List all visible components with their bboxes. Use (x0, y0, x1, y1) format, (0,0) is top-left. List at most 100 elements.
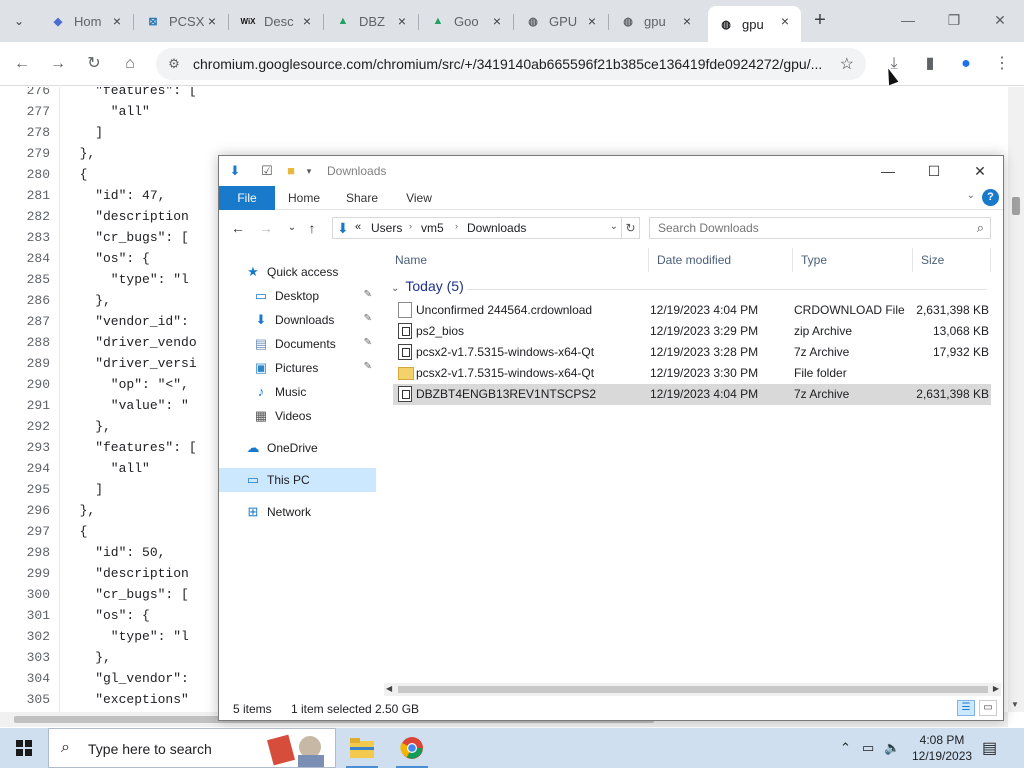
new-tab-button[interactable]: + (808, 8, 832, 32)
scroll-right-icon[interactable]: ▶ (993, 684, 999, 693)
taskbar-clock[interactable]: 4:08 PM 12/19/2023 (912, 732, 972, 764)
forward-arrow-icon[interactable]: → (44, 50, 72, 78)
close-icon[interactable]: × (679, 13, 695, 29)
nav-quick-access[interactable]: ★ Quick access (219, 260, 376, 284)
nav-this-pc[interactable]: ▭ This PC (219, 468, 376, 492)
forward-arrow-icon[interactable]: → (257, 219, 275, 237)
file-row[interactable]: Unconfirmed 244564.crdownload 12/19/2023 … (393, 300, 991, 321)
expand-ribbon-icon[interactable]: ⌄ (967, 190, 975, 201)
tab-6[interactable]: ◍ gpu × (610, 6, 703, 36)
breadcrumb-users[interactable]: Users (371, 221, 402, 235)
tab-4[interactable]: ▲ Goo × (420, 6, 514, 36)
pin-icon[interactable]: ✎ (364, 337, 372, 348)
tab-0[interactable]: ◆ Hom × (40, 6, 134, 36)
tab-search-button[interactable]: ⌄ (6, 8, 32, 34)
tab-5[interactable]: ◍ GPU × (515, 6, 609, 36)
start-button[interactable] (0, 728, 48, 768)
menu-kebab-icon[interactable]: ⋮ (988, 50, 1016, 78)
address-bar[interactable]: ⚙ chromium.googlesource.com/chromium/src… (156, 48, 866, 80)
profile-icon[interactable]: ● (952, 50, 980, 78)
nav-network[interactable]: ⊞ Network (219, 500, 376, 524)
column-header-name[interactable]: Name (387, 248, 649, 272)
ribbon-tab-home[interactable]: Home (283, 186, 325, 210)
home-icon[interactable]: ⌂ (116, 50, 144, 78)
show-hidden-icons-icon[interactable]: ⌃ (840, 740, 851, 756)
file-row[interactable]: pcsx2-v1.7.5315-windows-x64-Qt 12/19/2023… (393, 363, 991, 384)
customize-toolbar-icon[interactable]: ▾ (301, 163, 317, 179)
explorer-minimize-button[interactable]: — (865, 158, 911, 184)
breadcrumb-downloads[interactable]: Downloads (467, 221, 526, 235)
column-header-date[interactable]: Date modified (649, 248, 793, 272)
up-arrow-icon[interactable]: ↑ (303, 219, 321, 237)
close-icon[interactable]: × (584, 13, 600, 29)
close-icon[interactable]: × (489, 13, 505, 29)
close-icon[interactable]: × (394, 13, 410, 29)
taskbar-search-box[interactable]: ⌕ Type here to search (48, 728, 336, 768)
column-header-size[interactable]: Size (913, 248, 991, 272)
ribbon-tab-view[interactable]: View (399, 186, 439, 210)
breadcrumb-vm5[interactable]: vm5 (421, 221, 444, 235)
close-icon[interactable]: × (299, 13, 315, 29)
scrollbar-thumb[interactable] (1012, 197, 1020, 215)
chevron-down-icon[interactable]: ⌄ (391, 283, 399, 294)
close-icon[interactable]: × (109, 13, 125, 29)
refresh-icon[interactable]: ↻ (622, 217, 640, 239)
scroll-left-icon[interactable]: ◀ (386, 684, 392, 693)
explorer-close-button[interactable]: ✕ (957, 158, 1003, 184)
file-row[interactable]: DBZBT4ENGB13REV1NTSCPS2 12/19/2023 4:04 P… (393, 384, 991, 405)
pin-icon[interactable]: ✎ (364, 313, 372, 324)
back-arrow-icon[interactable]: ← (229, 219, 247, 237)
url-text[interactable]: chromium.googlesource.com/chromium/src/+… (193, 56, 833, 72)
recent-locations-icon[interactable]: ⌄ (283, 219, 301, 237)
restore-button[interactable]: ❐ (934, 8, 974, 32)
taskbar-chrome[interactable] (388, 728, 436, 768)
details-view-icon[interactable]: ☰ (957, 700, 975, 716)
close-icon[interactable]: × (204, 13, 220, 29)
pin-icon[interactable]: ✎ (364, 361, 372, 372)
pin-icon[interactable]: ✎ (364, 289, 372, 300)
column-header-type[interactable]: Type (793, 248, 913, 272)
breadcrumb-overflow[interactable]: « (355, 221, 361, 233)
scroll-down-icon[interactable]: ▼ (1011, 700, 1019, 709)
tab-7-active[interactable]: ◍ gpu × (708, 6, 801, 42)
reload-icon[interactable]: ↻ (80, 50, 108, 78)
tab-2[interactable]: WiX Desc × (230, 6, 324, 36)
network-icon[interactable]: ▭ (862, 740, 874, 756)
ribbon-tab-share[interactable]: Share (339, 186, 385, 210)
tab-1[interactable]: ⊠ PCSX × (135, 6, 229, 36)
properties-icon[interactable]: ☑ (259, 163, 275, 179)
bookmark-star-icon[interactable]: ☆ (840, 54, 854, 74)
notifications-icon[interactable]: ▤ (982, 738, 997, 758)
close-window-button[interactable]: ✕ (980, 8, 1020, 32)
file-list-horizontal-scrollbar[interactable]: ◀ ▶ (384, 683, 1001, 696)
nav-videos[interactable]: ▦ Videos (219, 404, 376, 428)
large-icons-view-icon[interactable]: ▭ (979, 700, 997, 716)
close-icon[interactable]: × (777, 13, 793, 29)
explorer-address-bar[interactable]: ⬇ « Users › vm5 › Downloads ⌄ (332, 217, 622, 239)
explorer-search-box[interactable]: ⌕ (649, 217, 991, 239)
help-button[interactable]: ? (982, 189, 999, 206)
nav-music[interactable]: ♪ Music (219, 380, 376, 404)
search-input[interactable] (650, 218, 950, 238)
page-vertical-scrollbar[interactable]: ▼ (1008, 87, 1024, 712)
side-panel-icon[interactable]: ▮ (916, 50, 944, 78)
taskbar-file-explorer[interactable] (338, 728, 386, 768)
site-settings-icon[interactable]: ⚙ (166, 56, 182, 72)
nav-downloads[interactable]: ⬇ Downloads ✎ (219, 308, 376, 332)
back-arrow-icon[interactable]: ← (8, 50, 36, 78)
file-row[interactable]: ps2_bios 12/19/2023 3:29 PM zip Archive 13,… (393, 321, 991, 342)
nav-documents[interactable]: ▤ Documents ✎ (219, 332, 376, 356)
new-folder-icon[interactable]: ■ (283, 163, 299, 179)
file-row[interactable]: pcsx2-v1.7.5315-windows-x64-Qt 12/19/2023… (393, 342, 991, 363)
nav-onedrive[interactable]: ☁ OneDrive (219, 436, 376, 460)
volume-muted-icon[interactable]: 🔈 (884, 740, 900, 756)
nav-pictures[interactable]: ▣ Pictures ✎ (219, 356, 376, 380)
chevron-down-icon[interactable]: ⌄ (610, 221, 618, 232)
group-header-today[interactable]: ⌄ Today (5) (391, 278, 464, 294)
explorer-maximize-button[interactable]: ☐ (911, 158, 957, 184)
ribbon-tab-file[interactable]: File (219, 186, 275, 210)
minimize-button[interactable]: — (888, 8, 928, 32)
nav-desktop[interactable]: ▭ Desktop ✎ (219, 284, 376, 308)
scrollbar-thumb[interactable] (398, 686, 988, 693)
tab-3[interactable]: ▲ DBZ × (325, 6, 419, 36)
